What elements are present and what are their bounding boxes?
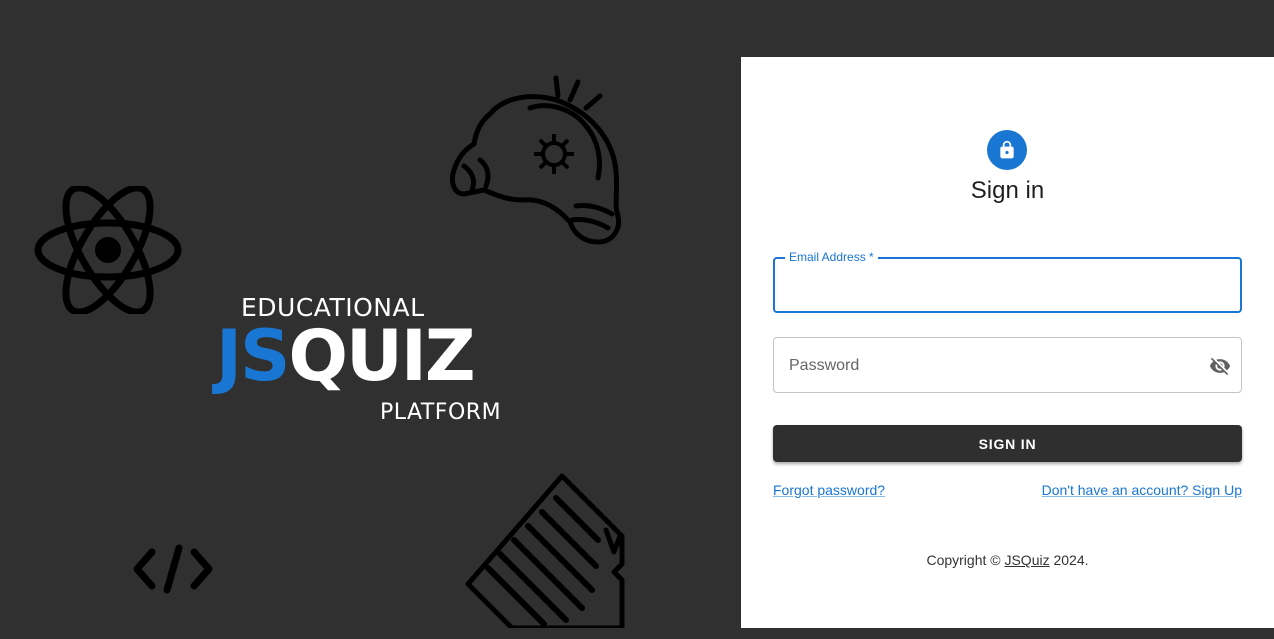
logo-js: JS — [216, 315, 290, 397]
password-field — [773, 337, 1242, 393]
email-label: Email Address * — [785, 250, 878, 264]
visibility-off-icon — [1209, 357, 1231, 376]
forgot-password-link[interactable]: Forgot password? — [773, 482, 885, 498]
signin-panel: Sign in Email Address * SIGN IN Forgot p… — [741, 57, 1274, 628]
copyright-suffix: 2024. — [1049, 552, 1089, 568]
lock-avatar — [987, 130, 1027, 170]
lock-icon — [1000, 140, 1014, 159]
logo-tagline-bottom: PLATFORM — [380, 400, 502, 425]
logo-wordmark: JSQUIZ — [216, 315, 476, 397]
signup-link[interactable]: Don't have an account? Sign Up — [1042, 482, 1242, 498]
code-brackets-icon — [133, 544, 213, 594]
react-atom-icon — [34, 186, 182, 314]
signin-button[interactable]: SIGN IN — [773, 425, 1242, 462]
email-input[interactable] — [787, 273, 1231, 299]
email-field: Email Address * — [773, 250, 1242, 313]
document-icon — [465, 473, 625, 628]
copyright-brand-link[interactable]: JSQuiz — [1004, 552, 1049, 568]
copyright-prefix: Copyright © — [926, 552, 1005, 568]
logo-quiz: QUIZ — [288, 315, 475, 397]
copyright: Copyright © JSQuiz 2024. — [741, 552, 1274, 568]
branding-panel: EDUCATIONAL JSQUIZ PLATFORM — [0, 0, 741, 639]
lightbulb-head-icon — [449, 75, 622, 245]
password-input[interactable] — [787, 354, 1191, 378]
password-visibility-toggle[interactable] — [1207, 353, 1233, 379]
login-page: EDUCATIONAL JSQUIZ PLATFORM Sign in Emai… — [0, 0, 1274, 639]
jsquiz-logo: EDUCATIONAL JSQUIZ PLATFORM — [214, 290, 524, 430]
page-title: Sign in — [970, 177, 1045, 204]
